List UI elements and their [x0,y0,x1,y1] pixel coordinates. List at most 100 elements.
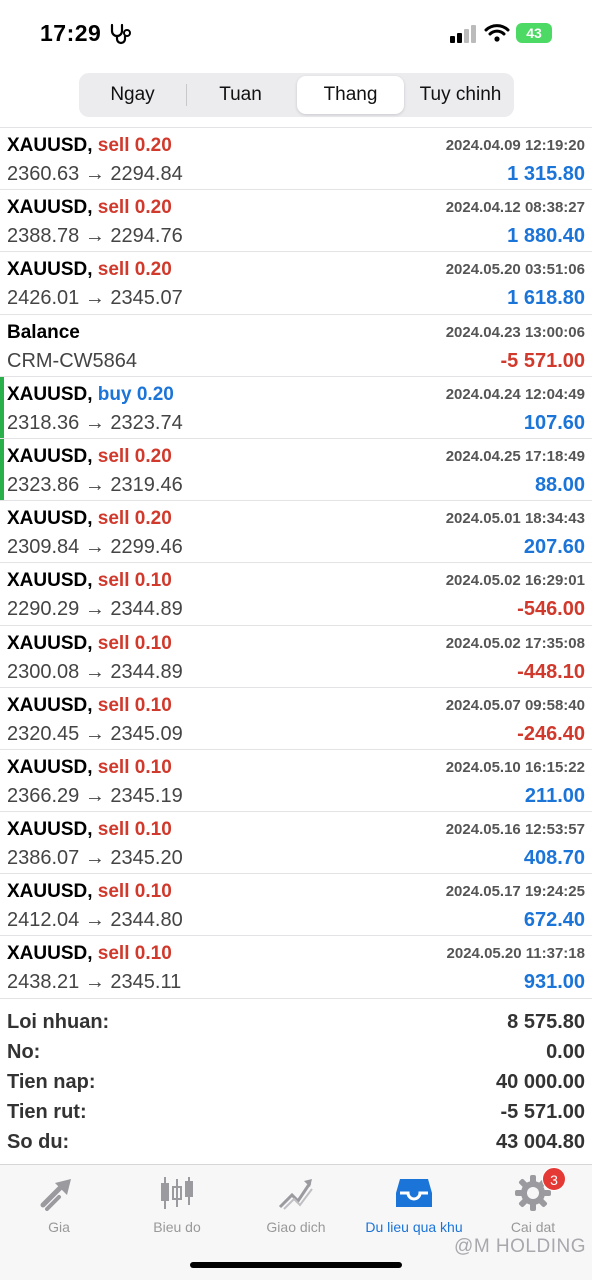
trade-profit: 408.70 [523,847,585,870]
trade-time: 2024.05.02 16:29:01 [445,572,585,590]
period-segmented-control: Ngay Tuan Thang Tuy chinh [79,73,514,117]
settings-gear-icon: 3 [474,1167,592,1213]
trade-side: sell [97,570,130,592]
trade-symbol-text: Balance [7,321,80,343]
trade-symbol: XAUUSD, sell 0.20 [7,259,172,281]
trade-volume: 0.10 [134,694,172,716]
trade-time: 2024.05.20 11:37:18 [446,945,585,963]
trade-row[interactable]: XAUUSD, sell 0.10 2438.21 → 2345.11 2024.0… [0,936,592,999]
trade-row[interactable]: Balance CRM-CW5864 2024.04.23 13:00:06 -5 5… [0,315,592,377]
trade-symbol: XAUUSD, sell 0.10 [7,881,172,903]
trade-side: sell [97,756,130,778]
candlestick-chart-icon [118,1173,236,1213]
tab-label: Bieu do [153,1219,201,1235]
trade-time: 2024.05.01 18:34:43 [445,510,585,528]
trade-profit: -5 571.00 [500,349,585,372]
trade-profit: 207.60 [523,536,585,559]
trade-profit: 211.00 [524,784,585,807]
home-indicator [190,1262,402,1268]
trade-prices: 2360.63 → 2294.84 [7,163,183,185]
trade-volume: 0.20 [134,508,172,530]
trade-row[interactable]: XAUUSD, sell 0.20 2360.63 → 2294.84 2024.0… [0,128,592,191]
trade-row[interactable]: XAUUSD, sell 0.10 2320.45 → 2345.09 2024.0… [0,688,592,750]
trade-time: 2024.05.07 09:58:40 [445,696,585,714]
trade-history-list: XAUUSD, sell 0.20 2360.63 → 2294.84 2024.0… [0,127,592,999]
summary-label: Loi nhuan: [7,1011,110,1033]
summary-value: 0.00 [546,1041,585,1063]
trade-volume: 0.10 [134,756,172,778]
trade-row[interactable]: XAUUSD, sell 0.20 2309.84 → 2299.46 2024.0… [0,501,592,564]
trade-symbol-text: XAUUSD, [7,756,93,778]
trade-symbol-text: XAUUSD, [7,632,93,654]
trade-prices: 2412.04 → 2344.80 [7,909,183,932]
trade-symbol-text: XAUUSD, [7,943,93,965]
trade-prices: 2323.86 → 2319.46 [7,473,183,496]
tab-settings[interactable]: 3 Cai dat [474,1167,592,1235]
trade-prices: 2309.84 → 2299.46 [7,536,183,559]
trade-symbol-text: XAUUSD, [7,259,93,281]
trade-row[interactable]: XAUUSD, sell 0.20 2323.86 → 2319.46 2024.0… [0,438,592,502]
trade-volume: 0.20 [134,135,172,156]
trade-row[interactable]: XAUUSD, sell 0.10 2290.29 → 2344.89 2024.0… [0,563,592,626]
trade-prices: 2318.36 → 2323.74 [7,411,183,434]
trade-symbol-text: XAUUSD, [7,383,93,405]
trade-symbol: XAUUSD, sell 0.20 [7,508,172,530]
trade-profit: 672.40 [523,909,585,932]
trade-profit: 1 618.80 [507,287,585,310]
segment-week[interactable]: Tuan [187,73,294,117]
trade-profit: 1 315.80 [507,163,585,185]
trade-prices: 2426.01 → 2345.07 [7,287,183,310]
notification-badge: 3 [542,1167,566,1191]
trade-profit: 107.60 [523,411,585,434]
trade-symbol: XAUUSD, sell 0.10 [7,633,172,655]
trade-prices: 2290.29 → 2344.89 [7,598,183,621]
summary-row: Tien nap: 40 000.00 [0,1068,592,1098]
trade-row[interactable]: XAUUSD, sell 0.10 2300.08 → 2344.89 2024.0… [0,626,592,688]
summary-label: So du: [7,1131,70,1153]
trade-symbol: XAUUSD, sell 0.10 [7,695,172,717]
account-summary: Loi nhuan: 8 575.80 No: 0.00 Tien nap: 40 000… [0,1008,592,1158]
summary-label: Tien nap: [7,1071,96,1093]
summary-row: So du: 43 004.80 [0,1128,592,1158]
wifi-icon [484,22,510,49]
trade-symbol-text: XAUUSD, [7,819,93,841]
trade-volume: 0.10 [134,632,172,654]
trade-prices: 2438.21 → 2345.11 [7,971,182,994]
trade-volume: 0.20 [134,445,172,467]
trade-time: 2024.04.24 12:04:49 [445,385,585,403]
trade-symbol: Balance [7,322,80,344]
trade-row[interactable]: XAUUSD, sell 0.20 2388.78 → 2294.76 2024.0… [0,190,592,253]
trade-time: 2024.05.16 12:53:57 [445,821,585,839]
trade-row[interactable]: XAUUSD, sell 0.10 2366.29 → 2345.19 2024.0… [0,750,592,813]
trade-prices: 2366.29 → 2345.19 [7,784,183,807]
segment-custom[interactable]: Tuy chinh [407,73,514,117]
trade-symbol: XAUUSD, sell 0.10 [7,943,172,965]
segment-month[interactable]: Thang [297,76,404,114]
tab-quotes[interactable]: Gia [0,1173,118,1235]
tab-history[interactable]: Du lieu qua khu [355,1173,473,1235]
trade-row[interactable]: XAUUSD, sell 0.20 2426.01 → 2345.07 2024.0… [0,252,592,315]
trade-symbol-text: XAUUSD, [7,570,93,592]
trade-profit: -448.10 [517,660,585,683]
segment-day[interactable]: Ngay [79,73,186,117]
tab-chart[interactable]: Bieu do [118,1173,236,1235]
trade-side: sell [97,943,130,965]
trade-side: sell [97,197,130,219]
trade-volume: 0.10 [134,570,172,592]
trade-row[interactable]: XAUUSD, sell 0.10 2386.07 → 2345.20 2024.0… [0,812,592,875]
summary-value: -5 571.00 [500,1101,585,1123]
trade-row[interactable]: XAUUSD, buy 0.20 2318.36 → 2323.74 2024.04… [0,376,592,439]
quotes-arrows-icon [0,1173,118,1213]
trade-symbol: XAUUSD, sell 0.10 [7,819,172,841]
trade-row[interactable]: XAUUSD, sell 0.10 2412.04 → 2344.80 2024.0… [0,874,592,937]
tab-trade[interactable]: Giao dich [237,1173,355,1235]
summary-value: 43 004.80 [496,1131,585,1153]
tab-label: Gia [48,1219,70,1235]
tab-label: Giao dich [266,1219,326,1235]
trade-symbol: XAUUSD, sell 0.20 [7,197,172,219]
trade-side: sell [97,881,130,903]
cellular-signal-icon [450,25,476,43]
trade-symbol-text: XAUUSD, [7,694,93,716]
trade-profit: 931.00 [523,971,585,994]
battery-indicator: 43 [516,23,552,43]
